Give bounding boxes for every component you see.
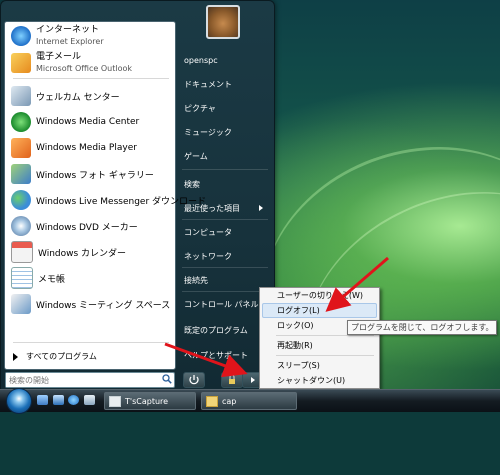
- power-context-menu: ユーザーの切り替え(W) ログオフ(L) ロック(O) 再起動(R) スリープ(…: [259, 287, 380, 389]
- lock-button[interactable]: [221, 372, 243, 388]
- program-label: Windows カレンダー: [38, 248, 127, 259]
- menu-separator: [276, 335, 374, 336]
- user-avatar[interactable]: [206, 5, 240, 39]
- program-item[interactable]: Windows Media Player: [8, 136, 173, 160]
- taskbar-button[interactable]: T'sCapture: [104, 392, 196, 410]
- pinned-item-label: 電子メール: [36, 52, 82, 62]
- power-icon: [189, 375, 199, 385]
- taskbar-button[interactable]: cap: [201, 392, 297, 410]
- program-label: メモ帳: [38, 274, 66, 285]
- program-label: ウェルカム センター: [36, 92, 120, 103]
- dvd-maker-icon: [11, 216, 31, 236]
- separator: [13, 78, 169, 79]
- ie-quicklaunch-icon[interactable]: [68, 395, 79, 405]
- pinned-item-label: インターネット: [36, 25, 100, 35]
- program-item[interactable]: ウェルカム センター: [8, 84, 173, 108]
- program-label: Windows Media Player: [36, 143, 137, 153]
- program-item[interactable]: Windows ミーティング スペース: [8, 292, 173, 316]
- outlook-icon: [11, 53, 31, 73]
- program-item[interactable]: メモ帳: [8, 266, 173, 290]
- media-center-icon: [11, 112, 31, 132]
- help-support-link[interactable]: ヘルプとサポート: [184, 350, 248, 361]
- menu-item-sleep[interactable]: スリープ(S): [277, 360, 320, 371]
- calendar-icon: [11, 241, 33, 263]
- media-player-icon: [11, 138, 31, 158]
- network-link[interactable]: ネットワーク: [184, 251, 232, 262]
- pinned-item-email[interactable]: 電子メール Microsoft Office Outlook: [8, 51, 173, 75]
- notepad-icon: [11, 267, 33, 289]
- program-item[interactable]: Windows Live Messenger ダウンロード: [8, 188, 206, 212]
- messenger-icon: [11, 190, 31, 210]
- music-link[interactable]: ミュージック: [184, 127, 232, 138]
- taskbar-button-label: T'sCapture: [125, 396, 169, 406]
- taskbar-button-label: cap: [222, 396, 237, 406]
- search-input[interactable]: [6, 373, 158, 387]
- control-panel-link[interactable]: コントロール パネル: [184, 299, 259, 310]
- default-programs-link[interactable]: 既定のプログラム: [184, 325, 248, 336]
- menu-item-restart[interactable]: 再起動(R): [277, 340, 313, 351]
- program-label: Windows ミーティング スペース: [36, 300, 171, 311]
- documents-link[interactable]: ドキュメント: [184, 79, 232, 90]
- user-folder-link[interactable]: openspc: [184, 56, 218, 65]
- program-item[interactable]: Windows Media Center: [8, 110, 173, 134]
- photo-gallery-icon: [11, 164, 31, 184]
- pictures-link[interactable]: ピクチャ: [184, 103, 216, 114]
- program-label: Windows フォト ギャラリー: [36, 170, 154, 181]
- ie-icon: [11, 26, 31, 46]
- menu-separator: [276, 355, 374, 356]
- program-item[interactable]: Windows カレンダー: [8, 240, 173, 264]
- menu-item-lock[interactable]: ロック(O): [277, 320, 314, 331]
- separator: [182, 291, 268, 292]
- search-icon: [162, 374, 172, 384]
- program-label: Windows DVD メーカー: [36, 222, 138, 233]
- separator: [182, 169, 268, 170]
- search-link[interactable]: 検索: [184, 179, 200, 190]
- chevron-right-icon: [259, 205, 263, 211]
- menu-item-shutdown[interactable]: シャットダウン(U): [277, 375, 345, 386]
- pinned-item-sublabel: Internet Explorer: [36, 37, 104, 46]
- all-programs-label: すべてのプログラム: [26, 352, 97, 361]
- tooltip: プログラムを閉じて、ログオフします。: [347, 320, 497, 335]
- arrow-right-icon: [13, 352, 18, 361]
- start-menu: インターネット Internet Explorer 電子メール Microsoft …: [0, 0, 275, 391]
- start-button[interactable]: [6, 388, 32, 414]
- separator: [182, 267, 268, 268]
- quicklaunch-icon[interactable]: [84, 395, 95, 405]
- lock-icon: [229, 374, 235, 384]
- separator: [182, 219, 268, 220]
- games-link[interactable]: ゲーム: [184, 151, 208, 162]
- recent-items-link[interactable]: 最近使った項目: [184, 203, 240, 214]
- computer-link[interactable]: コンピュータ: [184, 227, 232, 238]
- pinned-item-internet[interactable]: インターネット Internet Explorer: [8, 24, 173, 48]
- start-menu-left-pane: インターネット Internet Explorer 電子メール Microsoft …: [4, 21, 206, 370]
- program-label: Windows Live Messenger ダウンロード: [36, 196, 207, 207]
- menu-item-switch-user[interactable]: ユーザーの切り替え(W): [277, 290, 363, 301]
- all-programs-button[interactable]: すべてのプログラム: [13, 351, 97, 362]
- meeting-space-icon: [11, 294, 31, 314]
- program-item[interactable]: Windows DVD メーカー: [8, 214, 173, 238]
- connect-to-link[interactable]: 接続先: [184, 275, 208, 286]
- window-icon: [109, 395, 121, 407]
- pinned-item-sublabel: Microsoft Office Outlook: [36, 64, 132, 73]
- program-label: Windows Media Center: [36, 117, 140, 127]
- welcome-center-icon: [11, 86, 31, 106]
- switch-windows-icon[interactable]: [53, 395, 64, 405]
- start-search-box[interactable]: [5, 372, 175, 388]
- show-desktop-icon[interactable]: [37, 395, 48, 405]
- folder-icon: [206, 395, 218, 407]
- power-button[interactable]: [183, 372, 205, 388]
- separator: [13, 342, 169, 343]
- program-item[interactable]: Windows フォト ギャラリー: [8, 162, 173, 186]
- menu-item-logoff[interactable]: ログオフ(L): [277, 305, 320, 316]
